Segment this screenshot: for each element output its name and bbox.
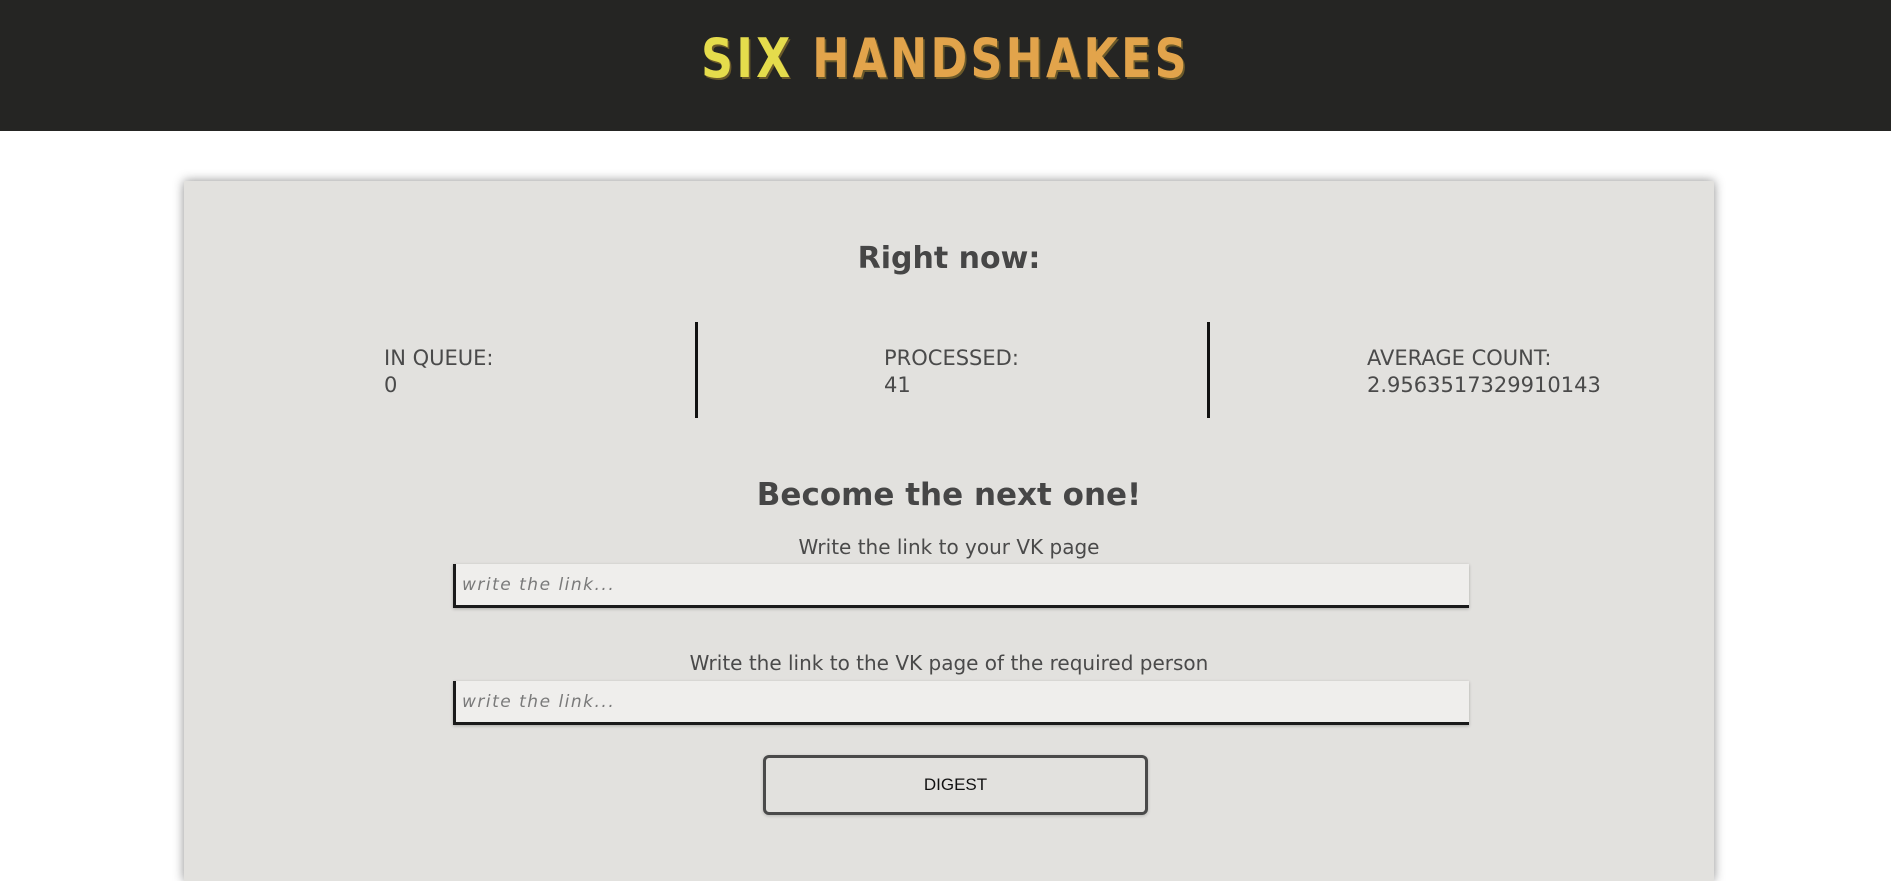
digest-button[interactable]: DIGEST [763,755,1148,815]
stat-processed-label: PROCESSED: [884,346,1019,370]
your-vk-link-input[interactable] [453,564,1469,608]
stat-in-queue-label: IN QUEUE: [384,346,494,370]
stat-average-count-value: 2.9563517329910143 [1367,373,1601,397]
stat-average-count: AVERAGE COUNT: 2.9563517329910143 [1367,345,1601,399]
logo-word-handshakes: HANDSHAKES [812,27,1190,90]
logo-word-six: SIX [701,27,794,90]
stat-in-queue-value: 0 [384,373,398,397]
stat-processed: PROCESSED: 41 [884,345,1019,399]
stat-in-queue: IN QUEUE: 0 [384,345,493,399]
target-vk-link-label: Write the link to the VK page of the req… [689,651,1209,675]
stat-processed-value: 41 [884,373,911,397]
stats-divider [695,322,698,418]
target-vk-link-input[interactable] [453,681,1469,725]
site-logo[interactable]: SIX HANDSHAKES [170,26,1721,92]
main-card: Right now: IN QUEUE: 0 PROCESSED: 41 AVE… [184,181,1714,881]
stat-average-count-label: AVERAGE COUNT: [1367,346,1552,370]
stats-title: Right now: [857,241,1041,276]
form-title: Become the next one! [756,477,1142,513]
your-vk-link-label: Write the link to your VK page [798,535,1100,559]
site-header: SIX HANDSHAKES [0,0,1891,131]
stats-divider [1207,322,1210,418]
